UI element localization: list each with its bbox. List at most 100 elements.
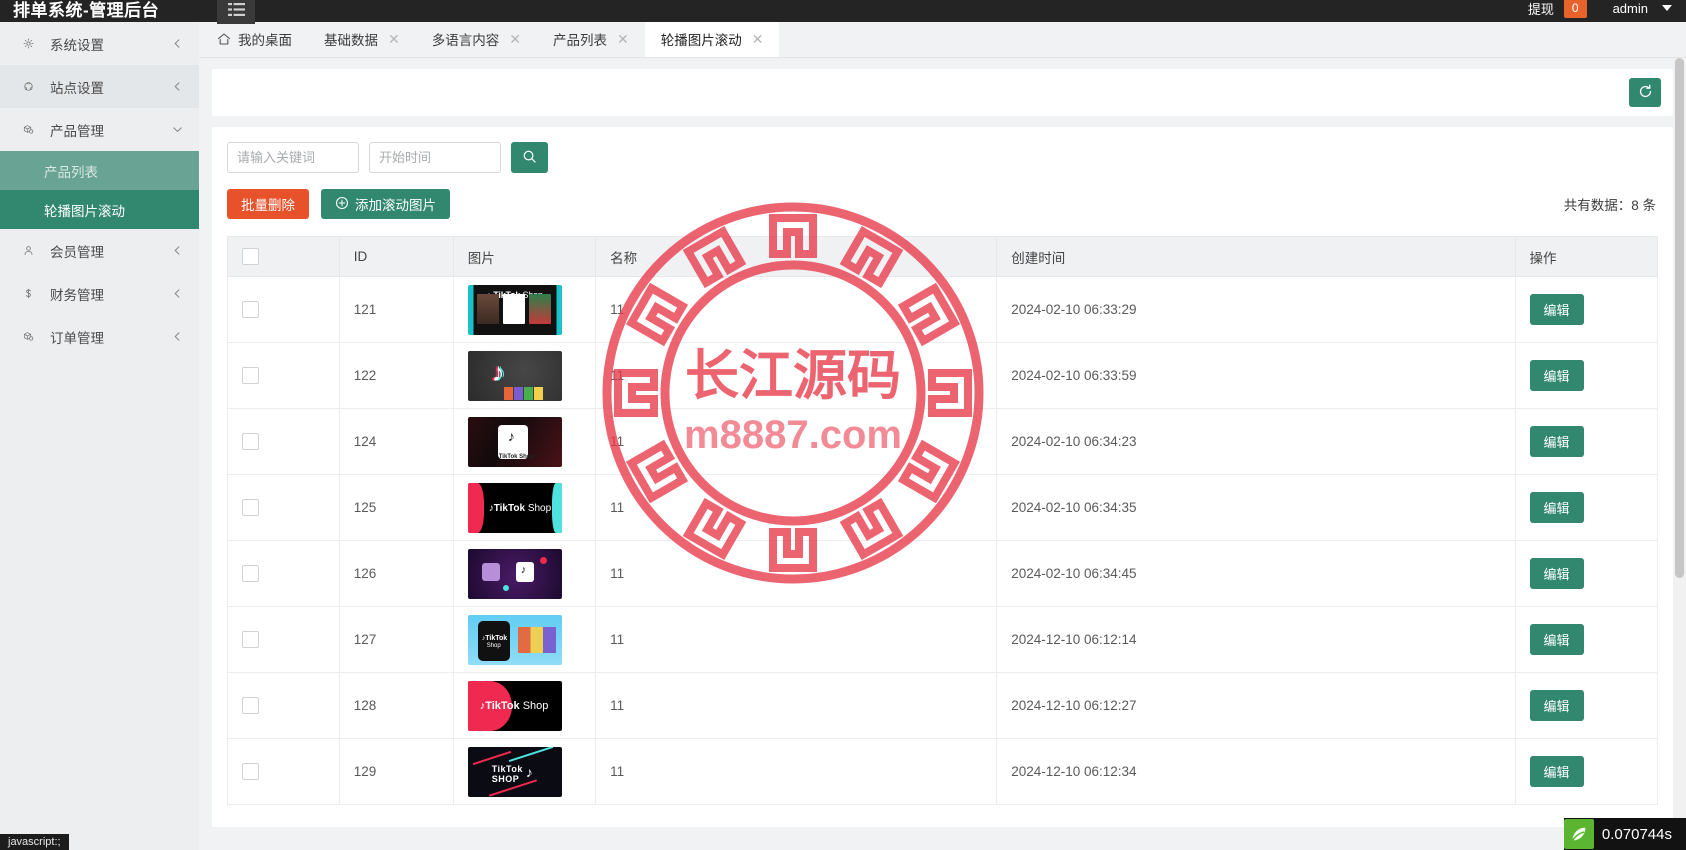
sidebar-item-product-management[interactable]: 产品管理 <box>0 108 199 151</box>
batch-delete-button[interactable]: 批量删除 <box>227 189 309 219</box>
start-date-input[interactable] <box>369 142 501 173</box>
content-area: 批量删除 添加滚动图片 共有数据：8 条 <box>199 58 1686 850</box>
row-checkbox-cell <box>227 474 340 541</box>
row-image-cell: TikTok SHOP ♪ <box>453 738 597 805</box>
sidebar-item-product-list[interactable]: 产品列表 <box>0 151 199 190</box>
box-icon <box>18 331 38 342</box>
tab-label: 轮播图片滚动 <box>660 33 742 48</box>
thumbnail-tiktok-shop-banner[interactable]: ♪TikTok Shop <box>467 482 562 533</box>
row-name: 11 <box>595 540 998 607</box>
thumbnail-tiktok-note-bags[interactable]: ♪ <box>467 350 562 401</box>
chevron-down-icon[interactable] <box>1662 5 1672 11</box>
chevron-right-icon <box>172 81 183 92</box>
tab-label: 多语言内容 <box>431 33 500 48</box>
add-carousel-image-button[interactable]: 添加滚动图片 <box>321 189 450 219</box>
row-name: 11 <box>595 672 998 739</box>
table-row: 122 ♪ 11 2024-02-10 06:33:59 编辑 <box>227 342 1658 409</box>
row-operation-cell: 编辑 <box>1515 474 1658 541</box>
thumbnail-tiktok-shop-hand-phone[interactable]: ♪ TikTok Shop <box>467 416 562 467</box>
refresh-button[interactable] <box>1629 78 1661 107</box>
edit-button[interactable]: 编辑 <box>1529 690 1584 721</box>
row-image-cell: ♪ TikTok Shop <box>453 408 597 475</box>
row-checkbox[interactable] <box>242 763 259 780</box>
data-table: ID 图片 名称 创建时间 操作 121 11 2024-02-10 06:33… <box>227 236 1658 805</box>
sidebar-item-label: 系统设置 <box>50 37 104 53</box>
row-created-time: 2024-02-10 06:34:45 <box>996 540 1516 607</box>
row-checkbox[interactable] <box>242 697 259 714</box>
tab-my-desktop[interactable]: 我的桌面 <box>199 21 308 57</box>
close-icon[interactable]: ✕ <box>509 32 521 46</box>
globe-icon <box>18 81 38 92</box>
sidebar-item-finance-management[interactable]: 财务管理 <box>0 272 199 315</box>
edit-button[interactable]: 编辑 <box>1529 558 1584 589</box>
row-checkbox[interactable] <box>242 631 259 648</box>
chevron-right-icon <box>172 288 183 299</box>
row-operation-cell: 编辑 <box>1515 672 1658 739</box>
sidebar-item-label: 站点设置 <box>50 80 104 96</box>
row-checkbox[interactable] <box>242 565 259 582</box>
keyword-input[interactable] <box>227 142 359 173</box>
hamburger-icon[interactable] <box>217 0 255 24</box>
select-all-checkbox[interactable] <box>242 248 259 265</box>
row-checkbox[interactable] <box>242 301 259 318</box>
row-checkbox[interactable] <box>242 433 259 450</box>
vertical-scrollbar[interactable] <box>1673 58 1686 850</box>
header-created-time: 创建时间 <box>996 236 1516 277</box>
withdraw-label[interactable]: 提现 <box>1528 0 1554 18</box>
sidebar-subitem-label: 产品列表 <box>44 164 98 180</box>
thumbnail-tiktok-purple-cart[interactable]: ♪ <box>467 548 562 599</box>
header-operation: 操作 <box>1515 236 1658 277</box>
tab-label: 我的桌面 <box>238 33 292 48</box>
sidebar-item-system-settings[interactable]: 系统设置 <box>0 22 199 65</box>
scrollbar-thumb[interactable] <box>1675 58 1684 578</box>
edit-button[interactable]: 编辑 <box>1529 756 1584 787</box>
tab-multilanguage-content[interactable]: 多语言内容 ✕ <box>416 21 537 57</box>
sidebar: 系统设置 站点设置 产品管理 产品列表 轮播图片滚动 会员管理 财务管理 订单管… <box>0 22 199 850</box>
tab-product-list[interactable]: 产品列表 ✕ <box>537 21 645 57</box>
thumbnail-tiktok-shop-phones[interactable]: ♪ TikTok Shop <box>467 284 562 335</box>
row-created-time: 2024-12-10 06:12:14 <box>996 606 1516 673</box>
sidebar-item-site-settings[interactable]: 站点设置 <box>0 65 199 108</box>
admin-page: 排单系统-管理后台 提现 0 admin 系统设置 站点设置 产品管理 产品列表… <box>0 0 1686 850</box>
close-icon[interactable]: ✕ <box>388 32 400 46</box>
edit-button[interactable]: 编辑 <box>1529 426 1584 457</box>
row-image-cell: ♪ <box>453 540 597 607</box>
table-header-row: ID 图片 名称 创建时间 操作 <box>227 236 1658 277</box>
edit-button[interactable]: 编辑 <box>1529 294 1584 325</box>
tab-basic-data[interactable]: 基础数据 ✕ <box>308 21 416 57</box>
sidebar-item-label: 订单管理 <box>50 330 104 346</box>
search-button[interactable] <box>511 142 548 173</box>
row-created-time: 2024-12-10 06:12:34 <box>996 738 1516 805</box>
withdraw-count-badge: 0 <box>1563 0 1587 18</box>
table-row: 129 TikTok SHOP ♪ 11 2024-12-10 06:12:34… <box>227 738 1658 805</box>
row-name: 11 <box>595 276 998 343</box>
dollar-icon <box>18 288 38 299</box>
row-name: 11 <box>595 342 998 409</box>
thumbnail-tiktok-shop-clothes[interactable]: ♪TikTok Shop <box>467 614 562 665</box>
sidebar-item-order-management[interactable]: 订单管理 <box>0 315 199 358</box>
row-checkbox[interactable] <box>242 499 259 516</box>
edit-button[interactable]: 编辑 <box>1529 492 1584 523</box>
thumbnail-tiktok-shop-dark-streaks[interactable]: TikTok SHOP ♪ <box>467 746 562 797</box>
row-operation-cell: 编辑 <box>1515 342 1658 409</box>
edit-button[interactable]: 编辑 <box>1529 624 1584 655</box>
row-name: 11 <box>595 474 998 541</box>
user-icon <box>18 245 38 256</box>
row-created-time: 2024-02-10 06:33:29 <box>996 276 1516 343</box>
sidebar-item-label: 产品管理 <box>50 123 104 139</box>
row-id: 121 <box>339 276 454 343</box>
tab-carousel-images[interactable]: 轮播图片滚动 ✕ <box>644 21 780 57</box>
close-icon[interactable]: ✕ <box>617 32 629 46</box>
filter-bar <box>227 142 1658 173</box>
edit-button[interactable]: 编辑 <box>1529 360 1584 391</box>
sidebar-item-carousel-images[interactable]: 轮播图片滚动 <box>0 190 199 229</box>
thumbnail-tiktok-shop-pink-black[interactable]: ♪TikTok Shop <box>467 680 562 731</box>
row-checkbox-cell <box>227 342 340 409</box>
top-bar-right: 提现 0 admin <box>1528 0 1686 18</box>
user-menu-label[interactable]: admin <box>1613 1 1648 16</box>
row-checkbox[interactable] <box>242 367 259 384</box>
sidebar-item-member-management[interactable]: 会员管理 <box>0 229 199 272</box>
close-icon[interactable]: ✕ <box>752 32 764 46</box>
top-bar: 排单系统-管理后台 提现 0 admin <box>0 0 1686 24</box>
action-bar: 批量删除 添加滚动图片 共有数据：8 条 <box>227 189 1658 219</box>
